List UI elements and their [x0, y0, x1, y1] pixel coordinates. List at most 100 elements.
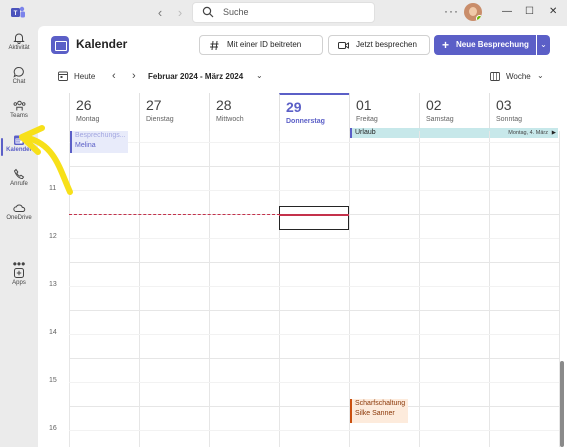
close-icon[interactable]: ✕ [549, 6, 557, 18]
chevron-down-icon: ⌄ [540, 40, 547, 49]
rail-item-calendar[interactable]: Kalender [0, 130, 38, 166]
time-grid[interactable]: 11 12 13 14 15 16 Besprechungs... Melina… [38, 131, 567, 447]
day-name: Sonntag [496, 116, 523, 123]
phone-icon [13, 168, 25, 180]
current-time-marker [279, 214, 349, 216]
back-icon[interactable]: ‹ [152, 5, 168, 21]
day-header-friday[interactable]: 01 Freitag [349, 93, 419, 131]
presence-available-icon [476, 15, 482, 21]
title-bar: T ‹ › Suche ··· — ☐ ✕ [0, 0, 567, 26]
day-header-wednesday[interactable]: 28 Mittwoch [209, 93, 279, 131]
event-organizer: Melina [75, 142, 96, 149]
button-label: Mit einer ID beitreten [227, 40, 302, 49]
chat-icon [13, 67, 24, 78]
half-hour-line [69, 334, 559, 335]
day-name: Donnerstag [286, 118, 325, 125]
rail-item-calls[interactable]: Anrufe [0, 164, 38, 200]
hour-label: 16 [49, 425, 57, 432]
calendar-today-icon [58, 71, 68, 81]
vertical-scrollbar[interactable] [560, 361, 564, 447]
current-time-indicator [69, 214, 280, 215]
button-label: Neue Besprechung [456, 40, 529, 49]
teams-logo-icon: T [11, 6, 25, 18]
rail-item-activity[interactable]: Aktivität [0, 28, 38, 64]
search-placeholder: Suche [223, 7, 249, 17]
hour-label: 11 [49, 185, 57, 192]
previous-week-icon[interactable]: ‹ [112, 70, 116, 82]
column-divider [279, 131, 280, 447]
more-options-icon[interactable]: ··· [444, 4, 459, 18]
teams-icon [13, 100, 25, 111]
day-name: Dienstag [146, 116, 174, 123]
day-number: 27 [146, 97, 162, 113]
hour-line [69, 358, 559, 359]
column-divider [489, 131, 490, 447]
half-hour-line [69, 142, 559, 143]
day-number: 03 [496, 97, 512, 113]
avatar[interactable] [464, 3, 482, 21]
hour-line [69, 406, 559, 407]
rail-label: Apps [12, 280, 26, 286]
chevron-down-icon[interactable]: ⌄ [256, 71, 263, 80]
cloud-icon [12, 204, 25, 212]
day-number: 29 [286, 99, 302, 115]
event-scharfschaltung[interactable]: Scharfschaltung Silke Sanner [350, 399, 408, 423]
view-switcher[interactable]: Woche [506, 72, 531, 81]
week-view-icon [490, 72, 500, 81]
rail-item-chat[interactable]: Chat [0, 62, 38, 98]
day-number: 01 [356, 97, 372, 113]
rail-label: Teams [10, 113, 28, 119]
week-header: 26 Montag 27 Dienstag 28 Mittwoch 29 Don… [69, 93, 559, 131]
event-organizer: Silke Sanner [355, 410, 395, 417]
rail-label: Chat [12, 79, 26, 85]
next-week-icon[interactable]: › [132, 70, 136, 82]
rail-item-teams[interactable]: Teams [0, 96, 38, 132]
new-meeting-dropdown-button[interactable]: ⌄ [537, 35, 550, 55]
event-title: Besprechungs... [75, 132, 126, 139]
rail-label: Kalender [6, 147, 32, 153]
today-button[interactable]: Heute [74, 72, 95, 81]
app-rail: Aktivität Chat Teams Kalender Anrufe One… [0, 26, 38, 447]
minimize-icon[interactable]: — [502, 6, 512, 18]
day-number: 28 [216, 97, 232, 113]
half-hour-line [69, 286, 559, 287]
event-melina[interactable]: Besprechungs... Melina [70, 131, 128, 153]
hash-icon [210, 40, 219, 51]
plus-icon: + [442, 38, 450, 52]
half-hour-line [69, 382, 559, 383]
selected-time-slot[interactable] [279, 206, 349, 230]
search-icon [202, 6, 214, 18]
calendar-icon [14, 135, 24, 145]
rail-item-apps[interactable]: Apps [0, 263, 38, 299]
day-name: Mittwoch [216, 116, 244, 123]
column-divider [419, 131, 420, 447]
calendar-app-icon [51, 36, 69, 54]
column-divider [69, 131, 70, 447]
hour-line [69, 310, 559, 311]
maximize-icon[interactable]: ☐ [525, 6, 534, 18]
hour-label: 14 [49, 329, 57, 336]
rail-label: OneDrive [6, 215, 32, 221]
day-number: 26 [76, 97, 92, 113]
day-header-saturday[interactable]: 02 Samstag [419, 93, 489, 131]
bell-icon [13, 33, 25, 44]
hour-label: 13 [49, 281, 57, 288]
date-range-picker[interactable]: Februar 2024 - März 2024 [148, 72, 243, 81]
day-header-thursday[interactable]: 29 Donnerstag [279, 93, 349, 131]
half-hour-line [69, 430, 559, 431]
day-header-monday[interactable]: 26 Montag [69, 93, 139, 131]
join-with-id-button[interactable]: Mit einer ID beitreten [199, 35, 323, 55]
day-header-tuesday[interactable]: 27 Dienstag [139, 93, 209, 131]
column-divider [209, 131, 210, 447]
forward-icon[interactable]: › [172, 5, 188, 21]
chevron-down-icon[interactable]: ⌄ [537, 71, 544, 80]
search-input[interactable]: Suche [192, 2, 375, 23]
rail-label: Anrufe [10, 181, 28, 187]
column-divider [139, 131, 140, 447]
day-header-sunday[interactable]: 03 Sonntag [489, 93, 559, 131]
teams-window: T ‹ › Suche ··· — ☐ ✕ Aktivität Chat Tea… [0, 0, 567, 447]
new-meeting-button[interactable]: + Neue Besprechung [434, 35, 536, 55]
rail-item-onedrive[interactable]: OneDrive [0, 198, 38, 234]
event-title: Scharfschaltung [355, 400, 406, 407]
meet-now-button[interactable]: Jetzt besprechen [328, 35, 430, 55]
